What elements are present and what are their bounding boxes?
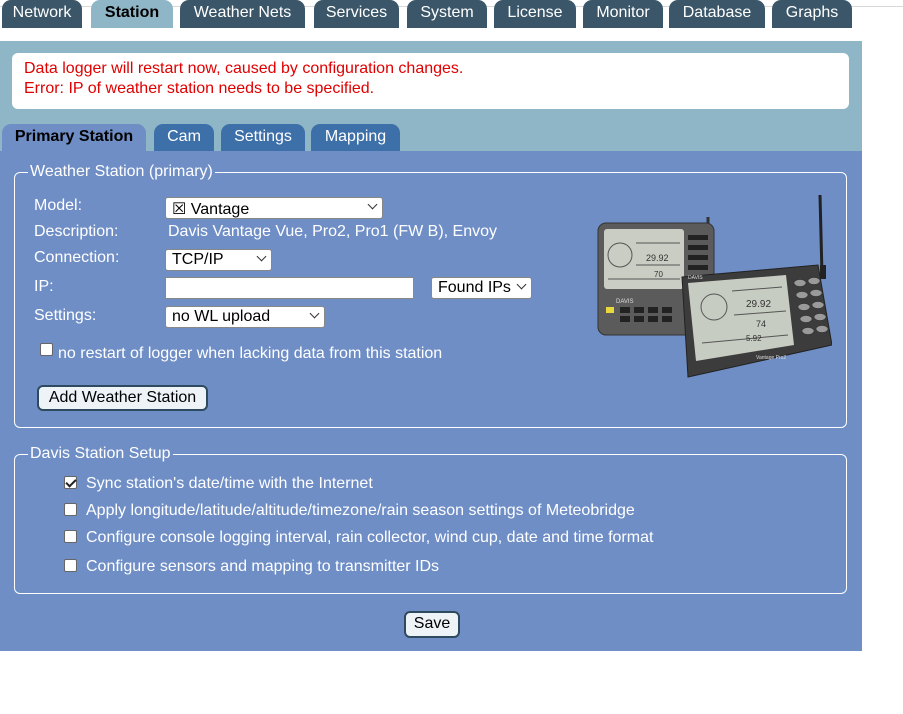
chevron-down-icon <box>256 251 267 262</box>
connection-select-value: TCP/IP <box>172 251 224 268</box>
weather-station-legend: Weather Station (primary) <box>28 163 215 181</box>
front-console-readout-1: 29.92 <box>746 299 771 310</box>
back-console-brand: DAVIS <box>616 299 634 305</box>
configure-logging-checkbox[interactable] <box>64 530 77 543</box>
settings-select-value: no WL upload <box>172 308 271 325</box>
subtab-cam[interactable]: Cam <box>154 124 214 152</box>
front-console-readout-3: 5.92 <box>746 334 762 343</box>
sync-datetime-label: Sync station's date/time with the Intern… <box>86 475 373 492</box>
tab-station[interactable]: Station <box>91 0 173 28</box>
no-restart-label: no restart of logger when lacking data f… <box>58 345 443 362</box>
back-console-readout-1: 29.92 <box>646 253 669 263</box>
configure-logging-label: Configure console logging interval, rain… <box>86 529 654 546</box>
front-console-model: Vantage Pro2 <box>756 355 786 361</box>
error-message: Error: IP of weather station needs to be… <box>24 80 375 97</box>
save-button[interactable]: Save <box>404 611 460 638</box>
tab-services[interactable]: Services <box>314 0 399 28</box>
sync-datetime-checkbox[interactable] <box>64 476 77 489</box>
settings-select[interactable]: no WL upload <box>165 306 325 328</box>
tab-license[interactable]: License <box>494 0 576 28</box>
tab-database[interactable]: Database <box>669 0 765 28</box>
chevron-down-icon <box>516 279 527 290</box>
restart-message: Data logger will restart now, caused by … <box>24 60 464 77</box>
status-message-box: Data logger will restart now, caused by … <box>12 53 849 109</box>
tab-system[interactable]: System <box>407 0 487 28</box>
front-console-readout-2: 74 <box>756 319 766 329</box>
back-console-readout-2: 70 <box>654 270 663 279</box>
add-weather-station-button[interactable]: Add Weather Station <box>37 385 208 411</box>
description-label: Description: <box>34 223 119 240</box>
subtab-mapping[interactable]: Mapping <box>311 124 400 152</box>
tab-monitor[interactable]: Monitor <box>583 0 663 28</box>
description-value: Davis Vantage Vue, Pro2, Pro1 (FW B), En… <box>168 223 498 240</box>
tab-network[interactable]: Network <box>2 0 82 28</box>
configure-sensors-checkbox[interactable] <box>64 559 77 572</box>
tab-graphs[interactable]: Graphs <box>772 0 852 28</box>
davis-setup-legend: Davis Station Setup <box>28 445 173 463</box>
apply-location-checkbox[interactable] <box>64 503 77 516</box>
model-select-value: ☒ Vantage <box>172 201 250 218</box>
tab-weather-nets[interactable]: Weather Nets <box>180 0 305 28</box>
ip-label: IP: <box>34 278 54 295</box>
chevron-down-icon <box>309 308 320 319</box>
found-ips-select[interactable]: Found IPs <box>431 277 532 299</box>
configure-sensors-label: Configure sensors and mapping to transmi… <box>86 558 440 575</box>
model-label: Model: <box>34 197 83 214</box>
apply-location-label: Apply longitude/latitude/altitude/timezo… <box>86 502 635 519</box>
subtab-primary-station[interactable]: Primary Station <box>2 124 146 152</box>
connection-label: Connection: <box>34 249 120 266</box>
ip-input[interactable] <box>165 277 414 299</box>
front-console-brand: DAVIS <box>688 275 703 281</box>
davis-vantage-console-image: 29.92 70 DAVIS 29.92 74 5.92 DAVIS Vanta… <box>597 195 832 378</box>
no-restart-checkbox[interactable] <box>40 343 53 356</box>
chevron-down-icon <box>367 199 378 210</box>
model-select[interactable]: ☒ Vantage <box>165 197 383 219</box>
subtab-settings[interactable]: Settings <box>221 124 305 152</box>
connection-select[interactable]: TCP/IP <box>165 249 272 271</box>
found-ips-value: Found IPs <box>438 279 511 296</box>
settings-label: Settings: <box>34 307 97 324</box>
